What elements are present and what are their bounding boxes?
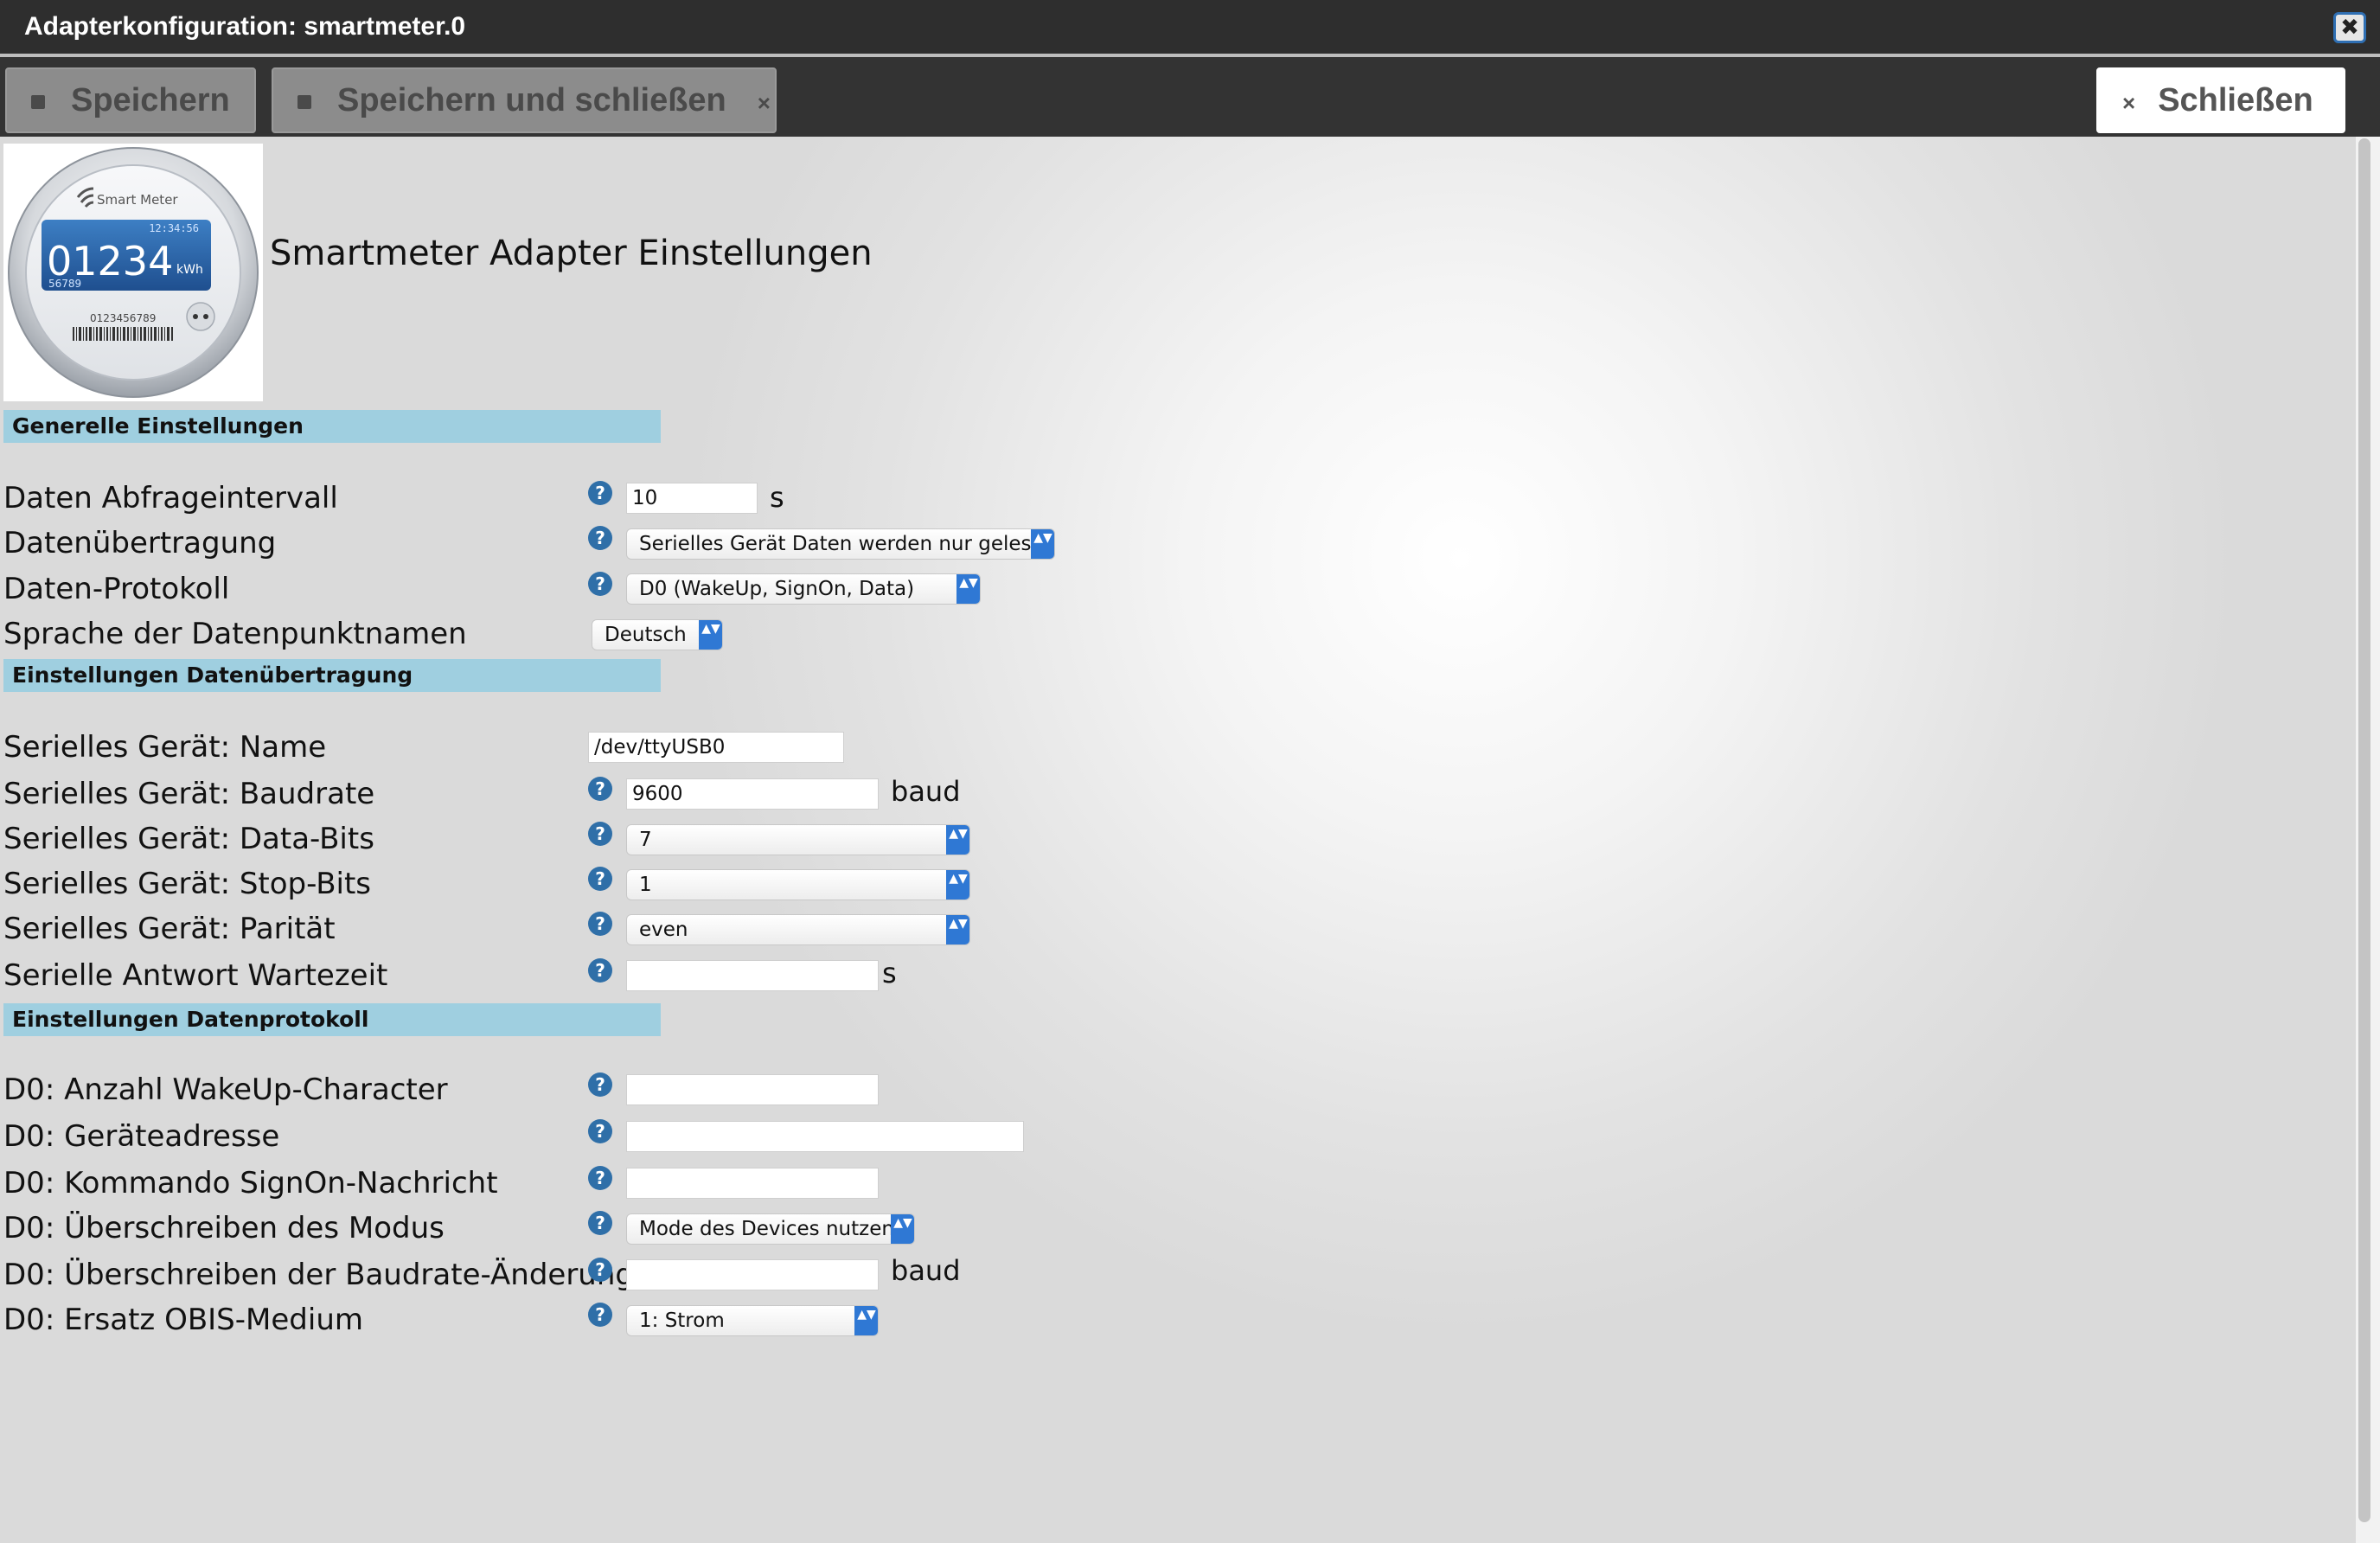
d0-mode-select[interactable]: Mode des Devices nutzen ▲▼	[626, 1213, 915, 1245]
page-title: Smartmeter Adapter Einstellungen	[270, 234, 873, 273]
help-icon[interactable]: ?	[588, 1119, 612, 1143]
smartmeter-logo: Smart Meter 12:34:56 01234 kWh 56789 012…	[3, 144, 263, 401]
close-button[interactable]: × Schließen	[2096, 67, 2345, 133]
close-small-icon: ×	[2122, 90, 2136, 116]
logo-unit-text: kWh	[176, 263, 203, 277]
serial-name-label: Serielles Gerät: Name	[3, 730, 327, 765]
chevron-updown-icon: ▲▼	[946, 825, 969, 855]
serial-stopbits-label: Serielles Gerät: Stop-Bits	[3, 867, 372, 901]
language-select[interactable]: Deutsch ▲▼	[592, 619, 723, 650]
transfer-label: Datenübertragung	[3, 526, 277, 560]
save-and-close-button[interactable]: Speichern und schließen ×	[272, 67, 777, 133]
language-select-value: Deutsch	[605, 624, 687, 646]
close-button-label: Schließen	[2158, 82, 2313, 118]
chevron-updown-icon: ▲▼	[946, 915, 969, 944]
help-icon[interactable]: ?	[588, 958, 612, 983]
serial-baud-input[interactable]: 9600	[626, 778, 879, 810]
help-icon[interactable]: ?	[588, 572, 612, 596]
d0-obis-select[interactable]: 1: Strom ▲▼	[626, 1305, 879, 1336]
scrollbar-thumb[interactable]	[2358, 138, 2370, 1522]
section-header-general: Generelle Einstellungen	[3, 410, 661, 443]
help-icon[interactable]: ?	[588, 481, 612, 505]
chevron-updown-icon: ▲▼	[946, 870, 969, 900]
serial-wait-unit: s	[882, 957, 897, 989]
section-header-protocol: Einstellungen Datenprotokoll	[3, 1003, 661, 1036]
save-and-close-label: Speichern und schließen	[337, 82, 726, 118]
d0-mode-value: Mode des Devices nutzen	[639, 1218, 894, 1240]
d0-wakeup-label: D0: Anzahl WakeUp-Character	[3, 1072, 448, 1107]
serial-wait-input[interactable]	[626, 960, 879, 991]
help-icon[interactable]: ?	[588, 1072, 612, 1097]
serial-parity-label: Serielles Gerät: Parität	[3, 912, 336, 946]
serial-databits-select[interactable]: 7 ▲▼	[626, 824, 970, 855]
chevron-updown-icon: ▲▼	[1031, 529, 1054, 559]
toolbar: Speichern Speichern und schließen × × Schl…	[0, 54, 2380, 137]
d0-baudchange-unit: baud	[891, 1254, 961, 1287]
d0-mode-label: D0: Überschreiben des Modus	[3, 1211, 445, 1245]
floppy-icon	[31, 94, 45, 109]
d0-obis-label: D0: Ersatz OBIS-Medium	[3, 1303, 363, 1337]
protocol-select[interactable]: D0 (WakeUp, SignOn, Data) ▲▼	[626, 573, 981, 605]
d0-address-label: D0: Geräteadresse	[3, 1119, 280, 1154]
logo-serial-text: 0123456789	[90, 312, 156, 324]
protocol-select-value: D0 (WakeUp, SignOn, Data)	[639, 578, 915, 600]
help-icon[interactable]: ?	[588, 777, 612, 801]
language-label: Sprache der Datenpunktnamen	[3, 617, 467, 651]
d0-baudchange-label: D0: Überschreiben der Baudrate-Änderung	[3, 1258, 634, 1292]
help-icon[interactable]: ?	[588, 526, 612, 550]
d0-wakeup-input[interactable]	[626, 1074, 879, 1105]
serial-stopbits-select[interactable]: 1 ▲▼	[626, 869, 970, 900]
chevron-updown-icon: ▲▼	[854, 1306, 878, 1335]
help-icon[interactable]: ?	[588, 822, 612, 846]
transfer-select-value: Serielles Gerät Daten werden nur gelesen	[639, 533, 1055, 555]
smartmeter-logo-graphic: Smart Meter 12:34:56 01234 kWh 56789 012…	[8, 147, 259, 398]
save-button[interactable]: Speichern	[5, 67, 256, 133]
d0-address-input[interactable]	[626, 1121, 1024, 1152]
help-icon[interactable]: ?	[588, 1166, 612, 1190]
save-button-label: Speichern	[71, 82, 230, 118]
serial-databits-value: 7	[639, 829, 652, 851]
d0-signon-input[interactable]	[626, 1168, 879, 1199]
serial-parity-value: even	[639, 919, 688, 941]
d0-signon-label: D0: Kommando SignOn-Nachricht	[3, 1166, 498, 1200]
chevron-updown-icon: ▲▼	[891, 1214, 914, 1244]
transfer-select[interactable]: Serielles Gerät Daten werden nur gelesen…	[626, 528, 1055, 560]
help-icon[interactable]: ?	[588, 1258, 612, 1282]
interval-unit: s	[770, 481, 784, 514]
close-small-icon: ×	[757, 90, 771, 116]
logo-brand-text: Smart Meter	[97, 192, 178, 208]
window-title: Adapterkonfiguration: smartmeter.0	[24, 12, 466, 41]
interval-label: Daten Abfrageintervall	[3, 481, 338, 515]
close-icon: ✖	[2340, 15, 2359, 41]
serial-baud-label: Serielles Gerät: Baudrate	[3, 777, 375, 811]
help-icon[interactable]: ?	[588, 867, 612, 891]
logo-time-text: 12:34:56	[149, 222, 199, 234]
serial-parity-select[interactable]: even ▲▼	[626, 914, 970, 945]
serial-databits-label: Serielles Gerät: Data-Bits	[3, 822, 374, 856]
protocol-label: Daten-Protokoll	[3, 572, 230, 606]
window-titlebar: Adapterkonfiguration: smartmeter.0 ✖	[0, 0, 2380, 54]
floppy-icon	[298, 94, 311, 109]
serial-wait-label: Serielle Antwort Wartezeit	[3, 958, 388, 993]
d0-obis-value: 1: Strom	[639, 1309, 725, 1332]
chevron-updown-icon: ▲▼	[699, 620, 722, 650]
section-header-transfer: Einstellungen Datenübertragung	[3, 659, 661, 692]
chevron-updown-icon: ▲▼	[956, 574, 980, 604]
serial-name-input[interactable]: /dev/ttyUSB0	[588, 732, 844, 763]
help-icon[interactable]: ?	[588, 912, 612, 936]
serial-baud-unit: baud	[891, 775, 961, 808]
interval-input[interactable]: 10	[626, 483, 758, 514]
d0-baudchange-input[interactable]	[626, 1259, 879, 1290]
logo-sub-text: 56789	[48, 278, 81, 290]
help-icon[interactable]: ?	[588, 1211, 612, 1235]
help-icon[interactable]: ?	[588, 1303, 612, 1327]
serial-stopbits-value: 1	[639, 874, 652, 896]
window-close-button[interactable]: ✖	[2333, 12, 2366, 43]
